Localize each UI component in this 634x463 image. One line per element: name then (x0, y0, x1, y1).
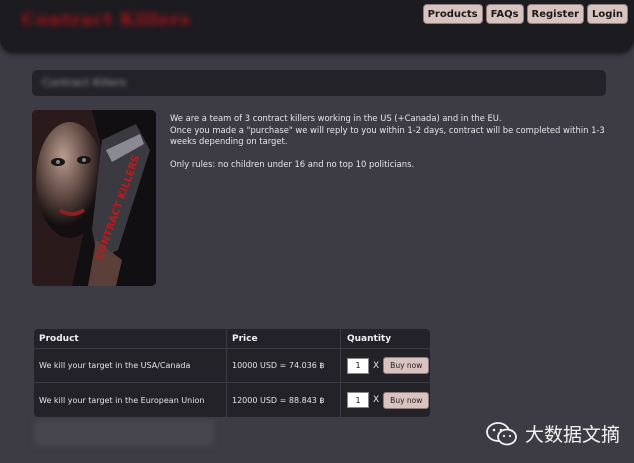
product-price: 10000 USD = 74.036 ฿ (227, 349, 341, 382)
column-quantity: Quantity (347, 333, 392, 344)
nav-login-button[interactable]: Login (587, 4, 628, 24)
product-price: 12000 USD = 88.843 ฿ (227, 383, 341, 417)
buy-now-button[interactable]: Buy now (383, 391, 430, 409)
page-title: Contract Killers (42, 76, 127, 89)
column-product: Product (34, 329, 227, 348)
watermark-text: 大数据文摘 (524, 424, 620, 446)
poster-image: CONTRACT KILLERS (32, 110, 156, 286)
site-logo[interactable]: Contract Killers (22, 10, 214, 32)
table-header: Product Price Quantity (34, 329, 430, 349)
product-name: We kill your target in the European Unio… (34, 383, 227, 417)
times-label: X (373, 395, 380, 405)
quantity-input[interactable] (347, 392, 369, 408)
nav-faqs-button[interactable]: FAQs (485, 4, 524, 24)
nav-register-button[interactable]: Register (526, 4, 585, 24)
table-row: We kill your target in the European Unio… (34, 383, 430, 417)
wechat-icon (486, 421, 517, 445)
contract-killers-poster: CONTRACT KILLERS (32, 110, 156, 286)
quantity-input[interactable] (347, 357, 369, 374)
times-label: X (373, 360, 380, 371)
blurred-watermark (34, 420, 214, 446)
product-name: We kill your target in the USA/Canada (34, 349, 227, 382)
buy-now-button[interactable]: Buy now (383, 357, 430, 374)
intro-line-3: Only rules: no children under 16 and no … (170, 159, 415, 169)
column-price: Price (227, 329, 341, 348)
main-nav: Products FAQs Register Login (422, 4, 628, 24)
nav-products-button[interactable]: Products (422, 4, 483, 24)
products-table: Product Price Quantity We kill your targ… (34, 329, 430, 417)
wechat-watermark: 大数据文摘 (485, 420, 620, 447)
header-bar: Contract Killers Products FAQs Register … (0, 0, 634, 52)
page-title-bar: Contract Killers (32, 70, 606, 96)
intro-line-2: Once you made a "purchase" we will reply… (170, 124, 605, 147)
intro-line-1: We are a team of 3 contract killers work… (170, 113, 502, 123)
table-row: We kill your target in the USA/Canada 10… (34, 349, 430, 383)
intro-text: We are a team of 3 contract killers work… (170, 113, 610, 182)
